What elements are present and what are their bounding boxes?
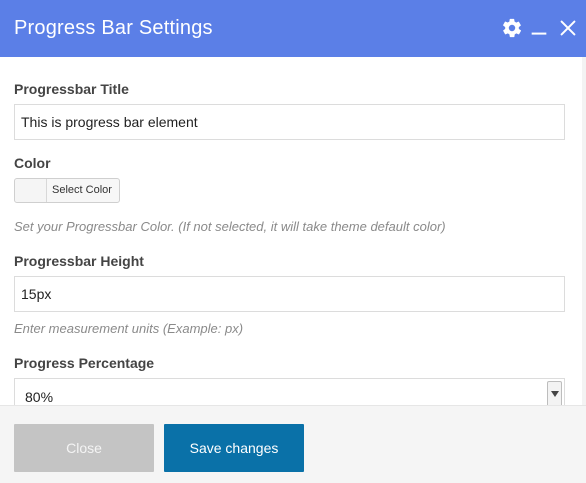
dialog-header: Progress Bar Settings	[0, 0, 586, 57]
scrollbar[interactable]	[582, 57, 586, 405]
progressbar-title-input[interactable]: This is progress bar element	[14, 104, 565, 140]
color-hint: Set your Progressbar Color. (If not sele…	[14, 219, 446, 234]
close-icon[interactable]	[557, 17, 579, 39]
progress-percentage-label: Progress Percentage	[14, 355, 155, 371]
minimize-icon[interactable]	[528, 17, 550, 39]
color-swatch[interactable]	[15, 179, 47, 202]
progress-bar-settings-dialog: Progress Bar Settings Progressbar Title …	[0, 0, 586, 483]
progressbar-height-label: Progressbar Height	[14, 253, 144, 269]
progress-percentage-select[interactable]: 80%	[14, 378, 565, 405]
save-changes-button[interactable]: Save changes	[164, 424, 304, 472]
dialog-footer: Close Save changes	[0, 405, 586, 483]
close-button[interactable]: Close	[14, 424, 154, 472]
color-label: Color	[14, 155, 51, 171]
progressbar-title-label: Progressbar Title	[14, 81, 129, 97]
select-color-button[interactable]: Select Color	[14, 178, 120, 203]
gear-icon[interactable]	[501, 17, 523, 39]
height-hint: Enter measurement units (Example: px)	[14, 321, 244, 336]
progress-percentage-value: 80%	[25, 389, 54, 405]
chevron-down-icon[interactable]	[547, 381, 562, 405]
dialog-title: Progress Bar Settings	[14, 17, 213, 39]
select-color-label: Select Color	[52, 184, 112, 196]
progressbar-height-input[interactable]: 15px	[14, 276, 565, 312]
dialog-body: Progressbar Title This is progress bar e…	[0, 57, 586, 405]
